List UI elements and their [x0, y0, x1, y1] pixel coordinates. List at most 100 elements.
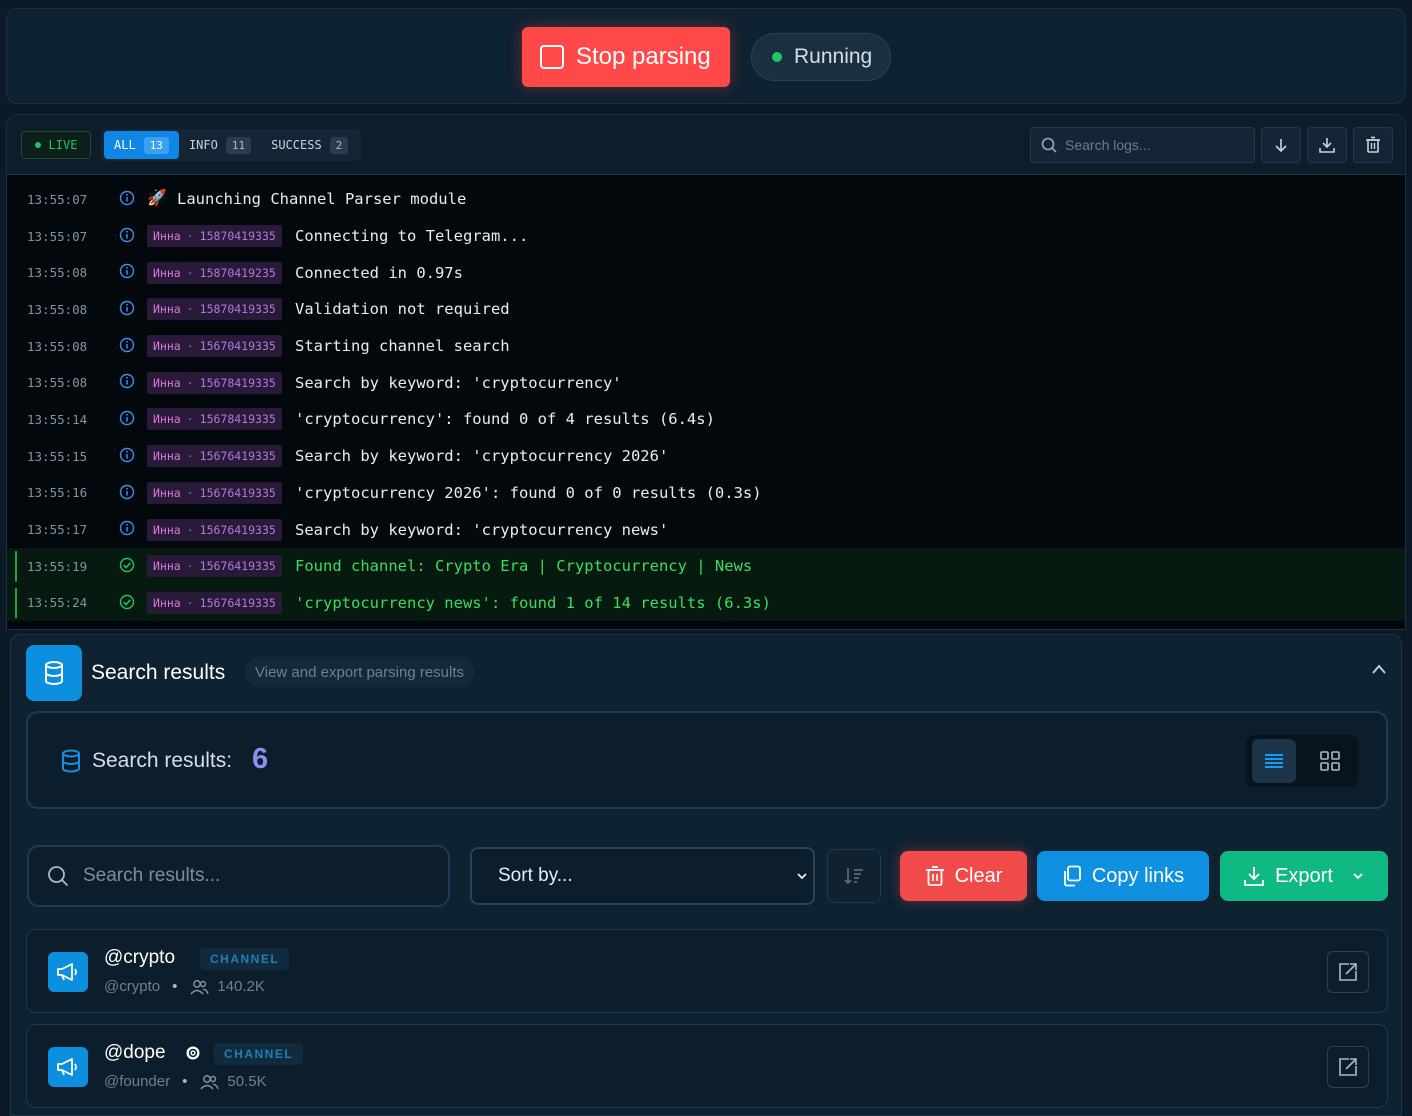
log-message: Starting channel search: [295, 337, 510, 356]
tag-separator: ·: [186, 265, 194, 280]
channel-username: @crypto: [104, 978, 161, 995]
log-message: Validation not required: [295, 300, 510, 319]
results-count-card: Search results: 6: [26, 711, 1388, 809]
tag-separator: ·: [186, 339, 194, 354]
info-icon: [119, 374, 135, 389]
clear-logs-button[interactable]: [1353, 127, 1393, 163]
account-tag: Инна · 15870419235: [147, 261, 282, 284]
account-name: Инна: [153, 339, 181, 354]
external-link-icon: [1339, 1058, 1357, 1076]
open-channel-button[interactable]: [1327, 951, 1369, 993]
scroll-bottom-button[interactable]: [1261, 127, 1301, 163]
log-toolbar: LIVE ALL 13 INFO 11 SUCCESS 2 Search log…: [7, 115, 1405, 175]
channel-type-badge: CHANNEL: [200, 948, 290, 970]
tag-separator: ·: [186, 412, 194, 427]
grid-icon: [1320, 751, 1340, 771]
channel-meta: @founder • 50.5K: [104, 1073, 267, 1090]
log-time: 13:55:19: [27, 558, 88, 574]
channel-username: @founder: [104, 1073, 171, 1090]
info-icon: [119, 520, 135, 536]
tab-info-count: 11: [225, 136, 252, 154]
log-row: 13:55:08 Инна · 15870419335 Validation not r…: [7, 291, 1405, 328]
log-row: 13:55:08 Инна · 15670419335 Starting channel…: [7, 328, 1405, 365]
log-message: Search by keyword: 'cryptocurrency': [295, 373, 622, 392]
external-link-icon: [1339, 963, 1357, 981]
copy-links-button[interactable]: Copy links: [1037, 851, 1209, 901]
tab-all-count: 13: [143, 136, 169, 154]
account-tag: Инна · 15676419335: [147, 518, 282, 541]
log-search-input[interactable]: Search logs...: [1030, 127, 1255, 163]
sort-descending-icon: [844, 868, 863, 885]
log-row: 13:55:15 Инна · 15676419335 Search by keywor…: [7, 438, 1405, 475]
copy-links-label: Copy links: [1091, 864, 1185, 887]
log-row: 13:55:08 Инна · 15678419335 Search by keywor…: [7, 364, 1405, 401]
tab-all[interactable]: ALL 13: [104, 131, 179, 159]
account-tag: Инна · 15870419335: [147, 225, 282, 248]
account-id: 15676419335: [199, 485, 276, 500]
status-badge: Running: [751, 33, 891, 81]
log-list: 13:55:07 🚀 Launching Channel Parser modu…: [7, 181, 1405, 622]
stop-icon: [540, 45, 564, 69]
log-message: 'cryptocurrency news': found 1 of 14 res…: [295, 593, 771, 612]
stop-parsing-label: Stop parsing: [576, 43, 711, 70]
info-icon: [119, 190, 135, 206]
log-message: Found channel: Crypto Era | Cryptocurren…: [295, 557, 753, 576]
log-message: Search by keyword: 'cryptocurrency news': [295, 520, 669, 539]
sort-select[interactable]: Sort by...: [470, 847, 815, 905]
results-search-input[interactable]: Search results...: [27, 845, 450, 907]
download-logs-button[interactable]: [1307, 127, 1347, 163]
channel-card[interactable]: @crypto CHANNEL @crypto • 140.2K: [26, 929, 1388, 1013]
stop-parsing-button[interactable]: Stop parsing: [522, 27, 730, 87]
control-bar: Stop parsing Running: [6, 8, 1406, 104]
live-label: LIVE: [48, 138, 78, 152]
account-name: Инна: [153, 595, 181, 610]
account-name: Инна: [153, 302, 181, 317]
list-view-button[interactable]: [1252, 739, 1296, 783]
check-circle-icon: [119, 557, 135, 573]
log-message: Connecting to Telegram...: [295, 227, 529, 246]
open-channel-button[interactable]: [1327, 1046, 1369, 1088]
export-button[interactable]: Export: [1220, 851, 1388, 901]
account-id: 15676419335: [199, 449, 276, 464]
database-icon: [26, 645, 82, 701]
log-row: 13:55:16 Инна · 15676419335 'cryptocurrency …: [7, 475, 1405, 512]
export-label: Export: [1275, 864, 1333, 887]
account-name: Инна: [153, 265, 181, 280]
download-icon: [1244, 867, 1264, 886]
results-search-placeholder: Search results...: [83, 865, 221, 886]
log-time: 13:55:16: [27, 485, 88, 501]
log-time: 13:55:14: [27, 411, 88, 427]
trash-icon: [1366, 136, 1380, 153]
chevron-up-icon[interactable]: [1371, 663, 1387, 675]
tab-info[interactable]: INFO 11: [179, 131, 261, 159]
account-id: 15678419335: [199, 375, 276, 390]
sort-order-button[interactable]: [827, 849, 881, 903]
account-id: 15676419335: [199, 522, 276, 537]
log-row: 13:55:14 Инна · 15678419335 'cryptocurrency'…: [7, 401, 1405, 438]
subscriber-count: 140.2K: [217, 978, 265, 995]
account-id: 15870419335: [199, 302, 276, 317]
arrow-down-icon: [1275, 139, 1287, 153]
chevron-down-icon: [1353, 873, 1363, 880]
channel-card[interactable]: @dope CHANNEL @founder • 50.5K: [26, 1024, 1388, 1108]
section-title: Search results: [91, 661, 226, 684]
grid-view-button[interactable]: [1308, 739, 1352, 783]
live-indicator: LIVE: [21, 131, 91, 159]
log-time: 13:55:08: [27, 265, 88, 281]
account-name: Инна: [153, 375, 181, 390]
account-id: 15676419335: [199, 595, 276, 610]
users-icon: [190, 979, 210, 995]
account-tag: Инна · 15676419335: [147, 445, 282, 468]
tag-separator: ·: [186, 522, 194, 537]
tab-success[interactable]: SUCCESS 2: [261, 131, 358, 159]
separator: •: [182, 1073, 188, 1090]
info-icon: [119, 300, 135, 316]
copy-icon: [1063, 865, 1081, 887]
log-time: 13:55:15: [27, 448, 88, 464]
info-icon: [119, 227, 135, 242]
clear-results-button[interactable]: Clear: [900, 851, 1027, 901]
status-dot-icon: [772, 52, 782, 62]
separator: •: [172, 978, 178, 995]
live-dot-icon: [34, 142, 41, 148]
log-row: 13:55:24 Инна · 15676419335 'cryptocurrency …: [7, 584, 1405, 622]
